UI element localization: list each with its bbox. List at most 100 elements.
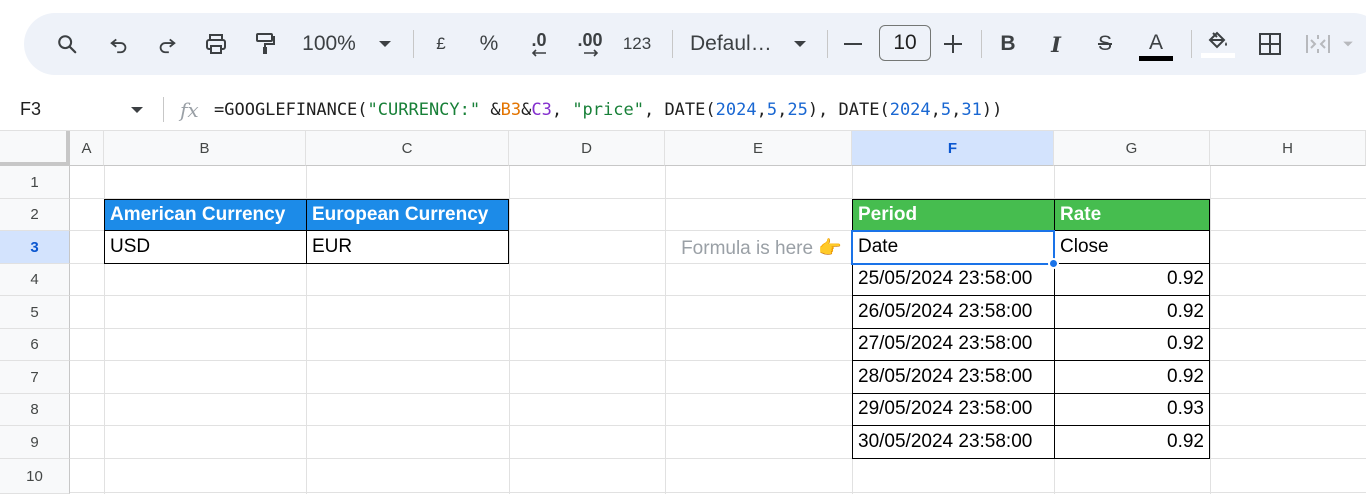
row-header-2[interactable]: 2 bbox=[0, 199, 70, 231]
strikethrough-label: S bbox=[1097, 32, 1112, 55]
toolbar-divider bbox=[827, 30, 828, 58]
zoom-dropdown-icon[interactable] bbox=[374, 13, 396, 75]
formula-text: & bbox=[521, 99, 532, 120]
name-box-dropdown-icon[interactable] bbox=[130, 88, 144, 131]
row-header-9[interactable]: 9 bbox=[0, 426, 70, 459]
toolbar-divider bbox=[981, 30, 982, 58]
cell-b2[interactable]: American Currency bbox=[104, 199, 306, 231]
more-formats-button[interactable]: 123 bbox=[620, 13, 654, 75]
toolbar-area: 100% £ % .0 .00 123 Defaul… 10 B I S A bbox=[0, 0, 1366, 88]
formula-input[interactable]: =GOOGLEFINANCE("CURRENCY:" & B3 & C3, "pric… bbox=[214, 88, 1002, 131]
font-value: Defaul… bbox=[690, 32, 772, 55]
row-header-8[interactable]: 8 bbox=[0, 394, 70, 426]
cell-c2[interactable]: European Currency bbox=[306, 199, 509, 231]
formula-text: , DATE( bbox=[643, 99, 716, 120]
column-header-c[interactable]: C bbox=[306, 131, 509, 166]
cell-g9[interactable]: 0.92 bbox=[1054, 425, 1210, 459]
column-header-e[interactable]: E bbox=[665, 131, 852, 166]
bold-label: B bbox=[1000, 32, 1016, 55]
formula-text: =GOOGLEFINANCE( bbox=[214, 99, 368, 120]
row-header-1[interactable]: 1 bbox=[0, 166, 70, 199]
cell-e3-note[interactable]: Formula is here 👉 bbox=[665, 231, 852, 264]
arrow-right-icon bbox=[584, 49, 599, 57]
cell-f9[interactable]: 30/05/2024 23:58:00 bbox=[852, 425, 1054, 459]
cell-f3[interactable]: Date bbox=[852, 230, 1054, 264]
increase-font-size-button[interactable] bbox=[942, 13, 964, 75]
decrease-font-size-button[interactable] bbox=[842, 13, 864, 75]
italic-button[interactable]: I bbox=[1044, 13, 1068, 75]
formula-bar-divider bbox=[163, 97, 164, 122]
fill-color-button[interactable] bbox=[1200, 13, 1236, 75]
cell-f5[interactable]: 26/05/2024 23:58:00 bbox=[852, 295, 1054, 329]
formula-text: )) bbox=[981, 99, 1003, 120]
more-formats-label: 123 bbox=[622, 34, 652, 53]
cell-g2[interactable]: Rate bbox=[1054, 199, 1210, 231]
formula-text: , bbox=[951, 99, 962, 120]
currency-format-button[interactable]: £ bbox=[428, 13, 454, 75]
row-header-5[interactable]: 5 bbox=[0, 296, 70, 329]
toolbar-divider bbox=[672, 30, 673, 58]
column-header-g[interactable]: G bbox=[1054, 131, 1210, 166]
cell-f2[interactable]: Period bbox=[852, 199, 1054, 231]
fill-color-swatch bbox=[1201, 53, 1235, 58]
font-size-input[interactable]: 10 bbox=[879, 25, 931, 61]
fill-handle[interactable] bbox=[1048, 258, 1059, 269]
undo-icon[interactable] bbox=[104, 13, 134, 75]
formula-number: 25 bbox=[787, 99, 808, 120]
gridline bbox=[1210, 166, 1211, 494]
formula-number: 2024 bbox=[889, 99, 931, 120]
gridline bbox=[509, 166, 510, 494]
text-color-swatch bbox=[1139, 55, 1173, 61]
cell-f4[interactable]: 25/05/2024 23:58:00 bbox=[852, 263, 1054, 296]
column-header-b[interactable]: B bbox=[104, 131, 306, 166]
percent-format-button[interactable]: % bbox=[476, 13, 502, 75]
arrow-left-icon bbox=[531, 49, 546, 57]
decrease-decimal-button[interactable]: .0 bbox=[522, 13, 556, 75]
column-header-d[interactable]: D bbox=[509, 131, 665, 166]
column-header-f[interactable]: F bbox=[852, 131, 1054, 166]
cell-g3[interactable]: Close bbox=[1054, 230, 1210, 264]
select-all-corner[interactable] bbox=[0, 131, 70, 166]
increase-decimal-button[interactable]: .00 bbox=[570, 13, 610, 75]
cell-b3[interactable]: USD bbox=[104, 230, 306, 264]
print-icon[interactable] bbox=[200, 13, 232, 75]
currency-label: £ bbox=[436, 34, 446, 53]
merge-dropdown-icon[interactable] bbox=[1340, 13, 1356, 75]
formula-text: ), DATE( bbox=[807, 99, 890, 120]
redo-icon[interactable] bbox=[152, 13, 182, 75]
cell-g7[interactable]: 0.92 bbox=[1054, 360, 1210, 394]
row-header-7[interactable]: 7 bbox=[0, 361, 70, 394]
cell-g4[interactable]: 0.92 bbox=[1054, 263, 1210, 296]
toolbar-divider bbox=[1191, 30, 1192, 58]
merge-cells-icon[interactable] bbox=[1304, 13, 1332, 75]
row-header-3[interactable]: 3 bbox=[0, 231, 70, 264]
row-header-4[interactable]: 4 bbox=[0, 264, 70, 296]
search-icon[interactable] bbox=[52, 13, 82, 75]
font-select[interactable]: Defaul… bbox=[690, 13, 778, 75]
formula-number: 2024 bbox=[715, 99, 757, 120]
function-icon: fx bbox=[180, 97, 199, 122]
cell-g6[interactable]: 0.92 bbox=[1054, 328, 1210, 361]
cell-c3[interactable]: EUR bbox=[306, 230, 509, 264]
zoom-value: 100% bbox=[302, 32, 356, 55]
paint-format-icon[interactable] bbox=[250, 13, 280, 75]
font-dropdown-icon[interactable] bbox=[790, 13, 810, 75]
strikethrough-button[interactable]: S bbox=[1092, 13, 1118, 75]
cell-f8[interactable]: 29/05/2024 23:58:00 bbox=[852, 393, 1054, 426]
row-header-10[interactable]: 10 bbox=[0, 459, 70, 494]
borders-icon[interactable] bbox=[1256, 13, 1284, 75]
formula-number: 31 bbox=[961, 99, 982, 120]
cell-g5[interactable]: 0.92 bbox=[1054, 295, 1210, 329]
text-color-button[interactable]: A bbox=[1138, 13, 1174, 75]
bold-button[interactable]: B bbox=[996, 13, 1020, 75]
column-header-h[interactable]: H bbox=[1210, 131, 1366, 166]
cell-f7[interactable]: 28/05/2024 23:58:00 bbox=[852, 360, 1054, 394]
zoom-select[interactable]: 100% bbox=[298, 13, 360, 75]
formula-ref: C3 bbox=[531, 99, 552, 120]
column-header-a[interactable]: A bbox=[70, 131, 104, 166]
cell-f6[interactable]: 27/05/2024 23:58:00 bbox=[852, 328, 1054, 361]
name-box[interactable]: F3 bbox=[20, 88, 41, 131]
row-header-6[interactable]: 6 bbox=[0, 329, 70, 361]
toolbar-divider bbox=[413, 30, 414, 58]
cell-g8[interactable]: 0.93 bbox=[1054, 393, 1210, 426]
